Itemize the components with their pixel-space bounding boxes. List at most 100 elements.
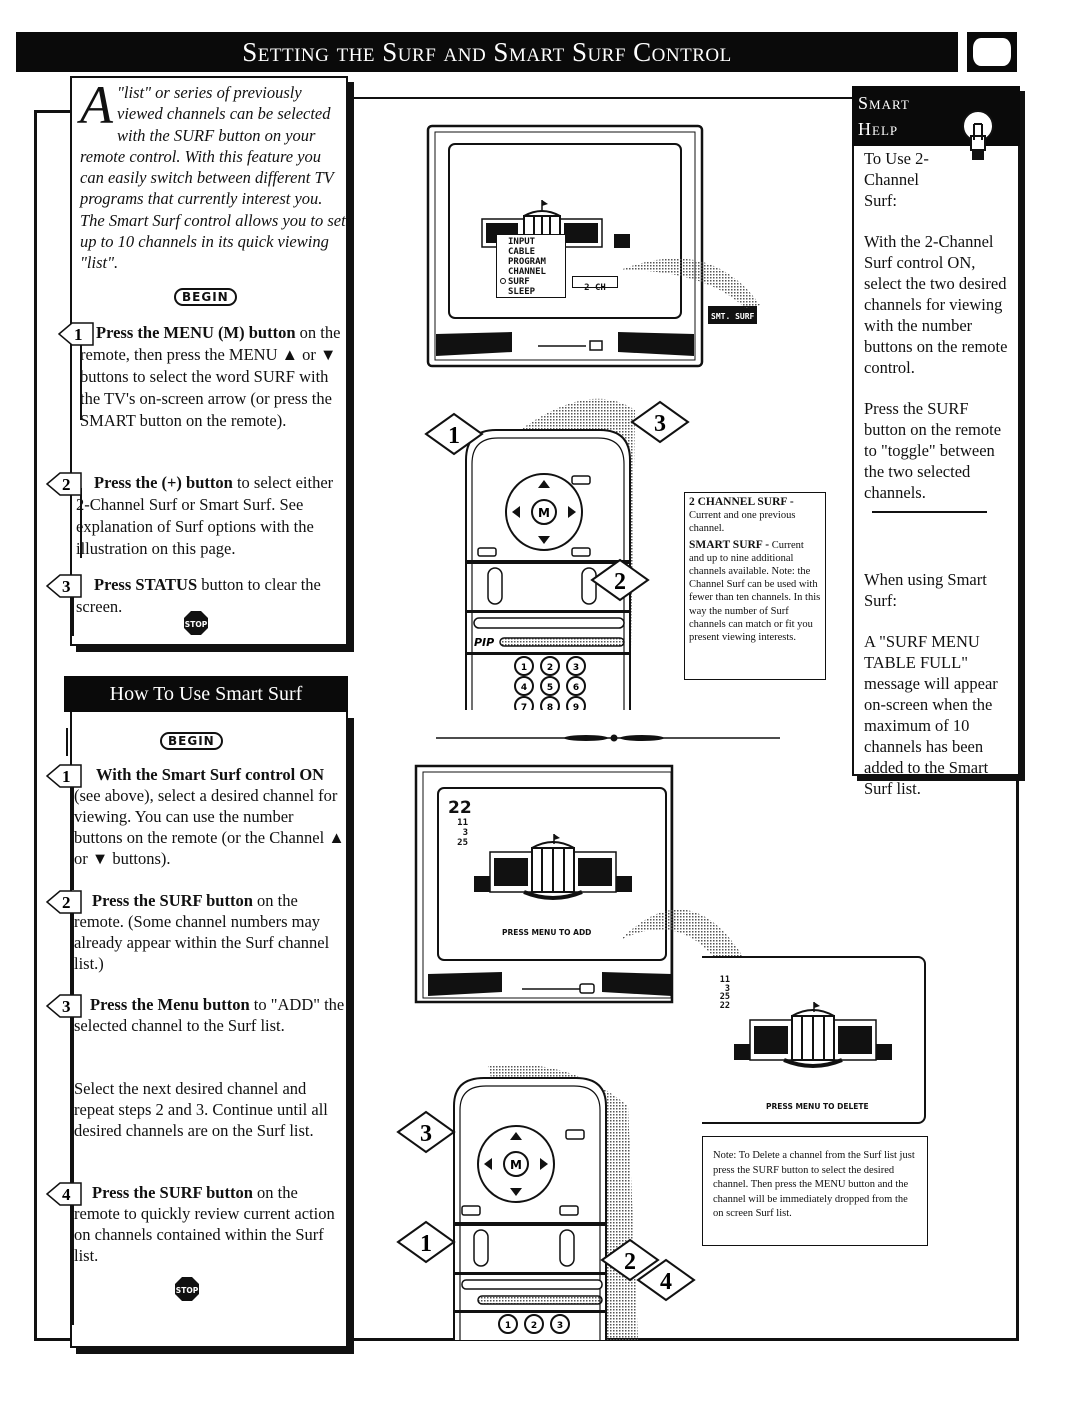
callout-1-badge: 1	[424, 412, 484, 456]
help-paragraph: Press the SURF button on the remote to "…	[864, 399, 1002, 502]
callout-2-badge: 2	[590, 558, 650, 602]
pointer-arc	[620, 258, 760, 308]
intro-step-1: Press the MENU (M) button on the remote,…	[80, 322, 348, 432]
smart-help-text: To Use 2-Channel Surf: With the 2-Channe…	[864, 148, 1014, 819]
smart-step-1: With the Smart Surf control ON (see abov…	[74, 764, 346, 869]
stop-sign-icon: STOP	[183, 610, 209, 636]
smart-step-3: Press the Menu button to "ADD" the selec…	[74, 994, 346, 1036]
svg-text:STOP: STOP	[185, 620, 208, 629]
svg-text:1: 1	[420, 1231, 432, 1257]
selection-arrow-icon	[500, 278, 506, 284]
surf-list-item-highlighted: 22	[719, 1000, 730, 1011]
help-paragraph: When using Smart Surf:	[864, 570, 987, 610]
svg-text:9: 9	[573, 703, 579, 710]
svg-text:4: 4	[62, 1185, 71, 1204]
callout-1-badge: 1	[396, 1220, 456, 1264]
svg-text:1: 1	[505, 1321, 511, 1331]
dropcap: A	[80, 75, 113, 135]
frame-line	[34, 110, 37, 1338]
svg-text:3: 3	[654, 411, 666, 437]
smart-step-4: Press the SURF button on the remote to q…	[74, 1182, 346, 1266]
page-title: Setting the Surf and Smart Surf Control	[16, 32, 958, 72]
help-title-line: Smart	[858, 93, 910, 113]
smart-help-title: Smart Help	[858, 90, 910, 142]
svg-text:2: 2	[624, 1249, 636, 1275]
callout-3-badge: 3	[396, 1110, 456, 1154]
note-text: Current and up to nine additional channe…	[689, 539, 821, 644]
svg-text:3: 3	[62, 997, 71, 1016]
step-bold: Press the SURF button	[92, 891, 253, 910]
intro-paragraph: A "list" or series of previously viewed c…	[80, 75, 348, 274]
intro-text: "list" or series of previously viewed ch…	[80, 83, 346, 273]
svg-text:2: 2	[614, 569, 626, 595]
svg-text:M: M	[510, 1158, 522, 1172]
current-channel: 22	[448, 798, 472, 818]
svg-text:M: M	[538, 506, 550, 520]
tv-illustration-delete: 11 3 25 22 PRESS MENU TO DELETE	[702, 956, 926, 1124]
surf-list-item: 25	[457, 838, 468, 848]
surf-value: 2 CH	[584, 283, 606, 293]
step-bold: Press the SURF button	[92, 1183, 253, 1202]
surf-value-field: 2 CH	[572, 276, 618, 293]
svg-text:2: 2	[62, 475, 71, 494]
step-text: Select the next desired channel and repe…	[74, 1079, 328, 1140]
frame-line	[350, 97, 855, 99]
svg-text:3: 3	[573, 663, 579, 673]
svg-text:5: 5	[547, 683, 553, 693]
begin-badge: BEGIN	[174, 288, 237, 306]
osd-menu-item-program: PROGRAM	[508, 257, 546, 267]
step-connector	[66, 728, 68, 756]
step-bold: Press the MENU (M) button	[96, 323, 296, 342]
svg-text:3: 3	[557, 1321, 563, 1331]
delete-channel-note: Note: To Delete a channel from the Surf …	[702, 1136, 928, 1246]
intro-step-2: Press the (+) button to select either 2-…	[76, 472, 348, 560]
note-heading: 2 CHANNEL SURF -	[689, 496, 794, 508]
svg-text:STOP: STOP	[176, 1286, 199, 1295]
osd-prompt: PRESS MENU TO DELETE	[766, 1102, 869, 1111]
surf-channel-list: 11 3 25 22	[716, 976, 730, 1010]
surf-list-item: 11	[457, 818, 468, 828]
osd-menu-item-input: INPUT	[508, 237, 536, 247]
osd-menu-item-sleep: SLEEP	[508, 287, 536, 297]
help-paragraph: A "SURF MENU TABLE FULL" message will ap…	[864, 632, 998, 798]
smart-step-note: Select the next desired channel and repe…	[74, 1078, 346, 1141]
svg-text:1: 1	[521, 663, 527, 673]
osd-menu: INPUT CABLE PROGRAM CHANNEL SURF SLEEP	[496, 234, 566, 298]
svg-text:2: 2	[547, 663, 553, 673]
svg-text:PIP: PIP	[474, 636, 494, 649]
osd-prompt: PRESS MENU TO ADD	[502, 928, 592, 937]
surf-channel-list: 11 3 25	[454, 818, 468, 848]
help-title-line: Help	[858, 119, 899, 139]
callout-4-badge: 4	[636, 1258, 696, 1302]
help-paragraph: To Use 2-Channel Surf:	[864, 149, 929, 210]
building-graphic	[734, 1002, 892, 1068]
begin-badge: BEGIN	[160, 732, 223, 750]
remote-control-illustration-2: M 1 2 3	[453, 1066, 638, 1340]
svg-text:3: 3	[420, 1121, 432, 1147]
begin-label: BEGIN	[160, 732, 223, 750]
callout-3-badge: 3	[630, 400, 690, 444]
smart-surf-header: How To Use Smart Surf	[64, 676, 348, 712]
svg-text:7: 7	[521, 703, 527, 710]
smart-help-header: Smart Help	[852, 86, 1020, 160]
tv-icon	[967, 32, 1017, 72]
step-connector	[72, 596, 74, 636]
step-bold: Press STATUS	[94, 575, 198, 594]
step-bold: With the Smart Surf control ON	[96, 765, 325, 784]
osd-menu-item-surf: SURF	[500, 277, 562, 287]
frame-line	[34, 110, 72, 113]
step-bold: Press the (+) button	[94, 473, 233, 492]
stop-sign-icon: STOP	[174, 1276, 200, 1302]
svg-text:8: 8	[547, 703, 553, 710]
help-paragraph: With the 2-Channel Surf control ON, sele…	[864, 232, 1008, 377]
step-text: (see above), select a desired channel fo…	[74, 786, 345, 868]
osd-menu-item-label: SURF	[508, 277, 530, 287]
surf-list-item: 3	[462, 828, 468, 838]
osd-menu-item-cable: CABLE	[508, 247, 536, 257]
svg-text:6: 6	[573, 683, 579, 693]
svg-text:2: 2	[531, 1321, 537, 1331]
svg-text:3: 3	[62, 577, 71, 596]
svg-text:4: 4	[660, 1269, 672, 1295]
smart-step-2: Press the SURF button on the remote. (So…	[74, 890, 346, 974]
step-bold: Press the Menu button	[90, 995, 250, 1014]
